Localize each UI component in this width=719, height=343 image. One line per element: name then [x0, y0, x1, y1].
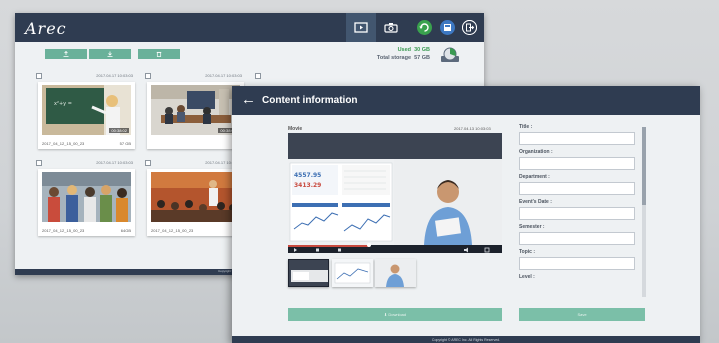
save-button[interactable]: Save — [519, 308, 645, 321]
video-frame: 4557.95 3413.29 — [288, 159, 502, 245]
media-size: 57 GB — [119, 141, 131, 146]
select-checkbox[interactable] — [36, 160, 42, 166]
front-footer: Copyright © AREC Inc. All Rights Reserve… — [232, 336, 700, 343]
movie-date: 2017.04.13 10:03:03 — [454, 126, 491, 131]
volume-icon[interactable] — [464, 247, 468, 253]
delete-button[interactable] — [138, 49, 180, 59]
metadata-form: Title : Organization : Department : Even… — [519, 124, 639, 282]
media-size: 64GB — [120, 228, 131, 233]
copyright-text: Copyright © AREC Inc. All Rights Reserve… — [431, 337, 501, 342]
back-arrow-icon[interactable]: ← — [241, 91, 256, 109]
thumbnail-meeting-room: 00:38:02 — [151, 85, 240, 135]
storage-used-label: Used — [397, 47, 412, 53]
department-field[interactable] — [519, 182, 635, 195]
form-scrollbar[interactable] — [642, 127, 646, 297]
filmstrip-thumb[interactable] — [375, 259, 416, 287]
video-player[interactable]: 4557.95 3413.29 — [288, 133, 502, 253]
topic-field[interactable] — [519, 257, 635, 270]
stop-icon[interactable] — [338, 248, 341, 252]
svg-text:x²+y =: x²+y = — [54, 101, 72, 107]
select-checkbox[interactable] — [145, 160, 151, 166]
video-stat-2: 3413.29 — [294, 182, 321, 189]
download-label: Download — [388, 312, 407, 317]
scrollbar-thumb[interactable] — [642, 127, 646, 205]
back-header-bar: Arec — [15, 13, 484, 42]
media-filename: 2017_04_12_15_00_23 — [151, 228, 194, 233]
media-date: 2017.04.17 10:03:03 — [96, 73, 133, 78]
thumbnail-lecture-hall — [151, 172, 240, 222]
download-button[interactable]: ⬇ Download — [288, 308, 502, 321]
department-label: Department : — [519, 174, 550, 180]
upload-icon — [63, 51, 69, 57]
media-filename: 2017_04_12_15_00_23 — [42, 141, 85, 146]
topic-label: Topic : — [519, 249, 536, 255]
title-label: Title : — [519, 124, 533, 130]
organization-field[interactable] — [519, 157, 635, 170]
logout-icon[interactable] — [462, 20, 477, 35]
download-icon — [107, 51, 113, 57]
thumbnail-classroom-blackboard: x²+y = 00:38:02 — [42, 85, 131, 135]
select-checkbox[interactable] — [36, 73, 42, 79]
media-thumbnail-frame[interactable]: 2017_04_12_15_00_23 — [147, 169, 244, 236]
download-button[interactable] — [89, 49, 131, 59]
media-filename: 2017_04_12_15_00_23 — [42, 228, 85, 233]
disk-usage-icon — [439, 46, 461, 64]
select-checkbox[interactable] — [145, 73, 151, 79]
video-stat-1: 4557.95 — [294, 172, 321, 179]
storage-total-value: 57 GB — [414, 55, 430, 61]
front-header-bar: ← Content information — [232, 86, 700, 115]
storage-used-value: 30 GB — [414, 47, 430, 53]
refresh-icon[interactable] — [417, 20, 432, 35]
event-date-field[interactable] — [519, 207, 635, 220]
storage-summary: Used 30 GB Total storage 57 GB — [377, 46, 430, 62]
fullscreen-icon[interactable] — [484, 247, 490, 253]
level-label: Level : — [519, 274, 535, 280]
storage-total-label: Total storage — [376, 55, 412, 61]
event-date-label: Event's Date : — [519, 199, 552, 205]
media-duration: 00:38:02 — [109, 128, 129, 133]
page-title: Content information — [262, 95, 358, 106]
arec-logo: Arec — [25, 19, 67, 38]
save-label: Save — [577, 312, 587, 317]
filmstrip-thumb[interactable] — [332, 259, 373, 287]
media-thumbnail-frame[interactable]: x²+y = 00:38:02 2017_04_12_15_00_23 57 G… — [38, 82, 135, 149]
select-checkbox[interactable] — [255, 73, 261, 79]
thumbnail-students — [42, 172, 131, 222]
content-information-window: ← Content information Movie 2017.04.13 1… — [232, 86, 700, 343]
media-icon[interactable] — [346, 13, 376, 42]
play-icon[interactable] — [294, 248, 297, 252]
semester-label: Semester : — [519, 224, 545, 230]
organization-label: Organization : — [519, 149, 553, 155]
media-thumbnail-frame[interactable]: 2017_04_12_15_00_23 64GB — [38, 169, 135, 236]
prev-icon[interactable] — [316, 248, 319, 252]
media-thumbnail-frame[interactable]: 00:38:02 — [147, 82, 244, 149]
title-field[interactable] — [519, 132, 635, 145]
media-date: 2017.04.17 10:03:03 — [205, 73, 242, 78]
camera-icon[interactable] — [380, 16, 402, 38]
video-controls[interactable] — [288, 243, 502, 253]
semester-field[interactable] — [519, 232, 635, 245]
delete-icon — [156, 51, 162, 57]
filmstrip-thumb[interactable] — [288, 259, 329, 287]
storage-icon[interactable] — [440, 20, 455, 35]
media-date: 2017.04.17 10:03:03 — [96, 160, 133, 165]
upload-button[interactable] — [45, 49, 87, 59]
movie-label: Movie — [288, 126, 303, 132]
